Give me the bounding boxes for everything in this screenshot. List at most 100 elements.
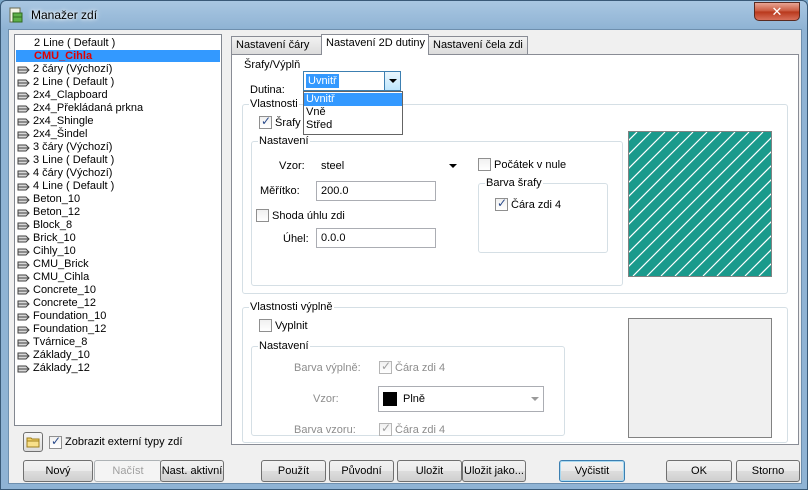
folder-icon [26, 437, 40, 448]
hatch-color-row[interactable]: Čára zdi 4 [495, 196, 562, 211]
wall-type-icon [17, 338, 31, 348]
wall-type-icon [17, 78, 31, 88]
tree-item[interactable]: Tvárnice_8 [17, 336, 88, 349]
tree-item[interactable]: Brick_10 [17, 232, 77, 245]
save-as-button[interactable]: Uložit jako... [462, 460, 526, 482]
origin-zero-label: Počátek v nule [494, 158, 567, 171]
original-button[interactable]: Původní [329, 460, 394, 482]
tree-item-label: Cihly_10 [33, 245, 76, 257]
wall-type-icon [17, 364, 31, 374]
tab-line-settings[interactable]: Nastavení čáry [231, 36, 323, 54]
tree-item[interactable]: 3 Line ( Default ) [17, 154, 115, 167]
hatch-color-title: Barva šrafy [485, 176, 543, 190]
origin-zero-checkbox[interactable] [478, 158, 491, 171]
pattern-color-checkbox [379, 421, 392, 436]
hatch-color-label: Čára zdi 4 [511, 198, 562, 211]
tree-item[interactable]: Concrete_12 [17, 297, 97, 310]
cavity-option-inside[interactable]: Uvnitř [304, 93, 402, 106]
tree-item[interactable]: 2x4_Překládaná prkna [17, 102, 144, 115]
wall-type-icon [17, 65, 31, 75]
fill-color-row: Čára zdi 4 [379, 359, 446, 374]
set-active-button[interactable]: Nast. aktivní [160, 460, 224, 482]
wall-type-icon [17, 273, 31, 283]
tree-item[interactable]: CMU_Cihla [17, 271, 90, 284]
fill-properties-group: Vlastnosti výplně Vyplnit Nastavení Barv… [242, 300, 788, 443]
tree-item[interactable]: 2x4_Shingle [17, 115, 95, 128]
tree-item-label: Beton_10 [33, 193, 81, 205]
cavity-option-outside[interactable]: Vně [304, 106, 402, 119]
tree-item[interactable]: CMU_Cihla [33, 50, 93, 63]
hatch-checkbox[interactable] [259, 114, 272, 129]
pattern-color-value: Čára zdi 4 [395, 423, 446, 436]
chevron-down-icon [531, 397, 539, 401]
wall-type-icon [17, 117, 31, 127]
wall-type-icon [17, 325, 31, 335]
tree-item[interactable]: Cihly_10 [17, 245, 77, 258]
tree-item[interactable]: CMU_Brick [17, 258, 90, 271]
tree-item[interactable]: 2x4_Clapboard [17, 89, 109, 102]
tree-item-label: 2x4_Překládaná prkna [33, 102, 144, 114]
show-external-checkbox[interactable] [49, 434, 62, 449]
tree-item-label: 2 čáry (Výchozí) [33, 63, 113, 75]
tree-item-label: Foundation_12 [33, 323, 107, 335]
tree-item-label: 2 Line ( Default ) [33, 76, 115, 88]
fill-pattern-label: Vzor: [313, 393, 339, 405]
tree-item[interactable]: 2x4_Šindel [17, 128, 88, 141]
apply-button[interactable]: Použít [261, 460, 326, 482]
match-angle-checkbox[interactable] [256, 209, 269, 222]
load-button[interactable]: Načíst [94, 460, 162, 482]
tree-item[interactable]: Beton_10 [17, 193, 81, 206]
tree-item[interactable]: Concrete_10 [17, 284, 97, 297]
wall-type-icon [17, 208, 31, 218]
hatch-color-checkbox[interactable] [495, 196, 508, 211]
tree-item[interactable]: 2 Line ( Default ) [17, 76, 115, 89]
hatch-settings-title: Nastavení [258, 134, 310, 148]
scale-input[interactable]: 200.0 [316, 181, 436, 201]
cavity-select[interactable]: Uvnitř [303, 71, 401, 91]
browse-folder-button[interactable] [23, 432, 43, 452]
clean-button[interactable]: Vyčistit [559, 460, 625, 482]
tab-2d-cavity-settings[interactable]: Nastavení 2D dutiny [321, 34, 429, 55]
tree-item[interactable]: Block_8 [17, 219, 73, 232]
title-bar[interactable]: Manažer zdí ✕ [1, 1, 807, 29]
ok-button[interactable]: OK [666, 460, 732, 482]
wall-type-icon [17, 130, 31, 140]
new-button[interactable]: Nový [23, 460, 93, 482]
wall-type-icon [17, 182, 31, 192]
wall-type-list[interactable]: 2 Line ( Default ) CMU_Cihla 2 čáry (Výcho… [14, 34, 222, 426]
angle-input[interactable]: 0.0.0 [316, 228, 436, 248]
tree-item-label: Foundation_10 [33, 310, 107, 322]
tree-item[interactable]: Základy_12 [17, 362, 91, 375]
tree-item[interactable]: Foundation_10 [17, 310, 107, 323]
close-button[interactable]: ✕ [754, 2, 800, 21]
tree-item[interactable]: 4 čáry (Výchozí) [17, 167, 113, 180]
tab-wall-face-settings[interactable]: Nastavení čela zdi [428, 36, 528, 54]
wall-type-icon [17, 104, 31, 114]
tree-item[interactable]: Foundation_12 [17, 323, 107, 336]
hatch-checkbox-row[interactable]: Šrafy [259, 114, 301, 129]
window-title: Manažer zdí [31, 8, 98, 22]
cavity-value: Uvnitř [306, 74, 339, 88]
tree-item[interactable]: 2 čáry (Výchozí) [17, 63, 113, 76]
fill-checkbox[interactable] [259, 319, 272, 332]
tree-item[interactable]: Beton_12 [17, 206, 81, 219]
tree-item[interactable]: 4 Line ( Default ) [17, 180, 115, 193]
origin-checkbox-row[interactable]: Počátek v nule [478, 158, 566, 171]
cancel-button[interactable]: Storno [736, 460, 800, 482]
chevron-down-icon[interactable] [384, 72, 400, 90]
match-angle-row[interactable]: Shoda úhlu zdi [256, 209, 345, 222]
show-external-types[interactable]: Zobrazit externí typy zdí [49, 434, 182, 449]
pattern-select[interactable]: steel [316, 156, 462, 176]
tree-item-label: 4 čáry (Výchozí) [33, 167, 113, 179]
save-button[interactable]: Uložit [397, 460, 462, 482]
tree-item[interactable]: Základy_10 [17, 349, 91, 362]
wall-manager-icon [9, 7, 23, 23]
tree-item-label: 4 Line ( Default ) [33, 180, 115, 192]
hatch-properties-title: Vlastnosti [249, 97, 299, 111]
cavity-option-center[interactable]: Střed [304, 119, 402, 132]
tree-item[interactable]: 2 Line ( Default ) [33, 37, 116, 50]
solid-swatch-icon [383, 392, 397, 407]
fill-color-value: Čára zdi 4 [395, 361, 446, 374]
tree-item[interactable]: 3 čáry (Výchozí) [17, 141, 113, 154]
fill-checkbox-row[interactable]: Vyplnit [259, 319, 308, 332]
